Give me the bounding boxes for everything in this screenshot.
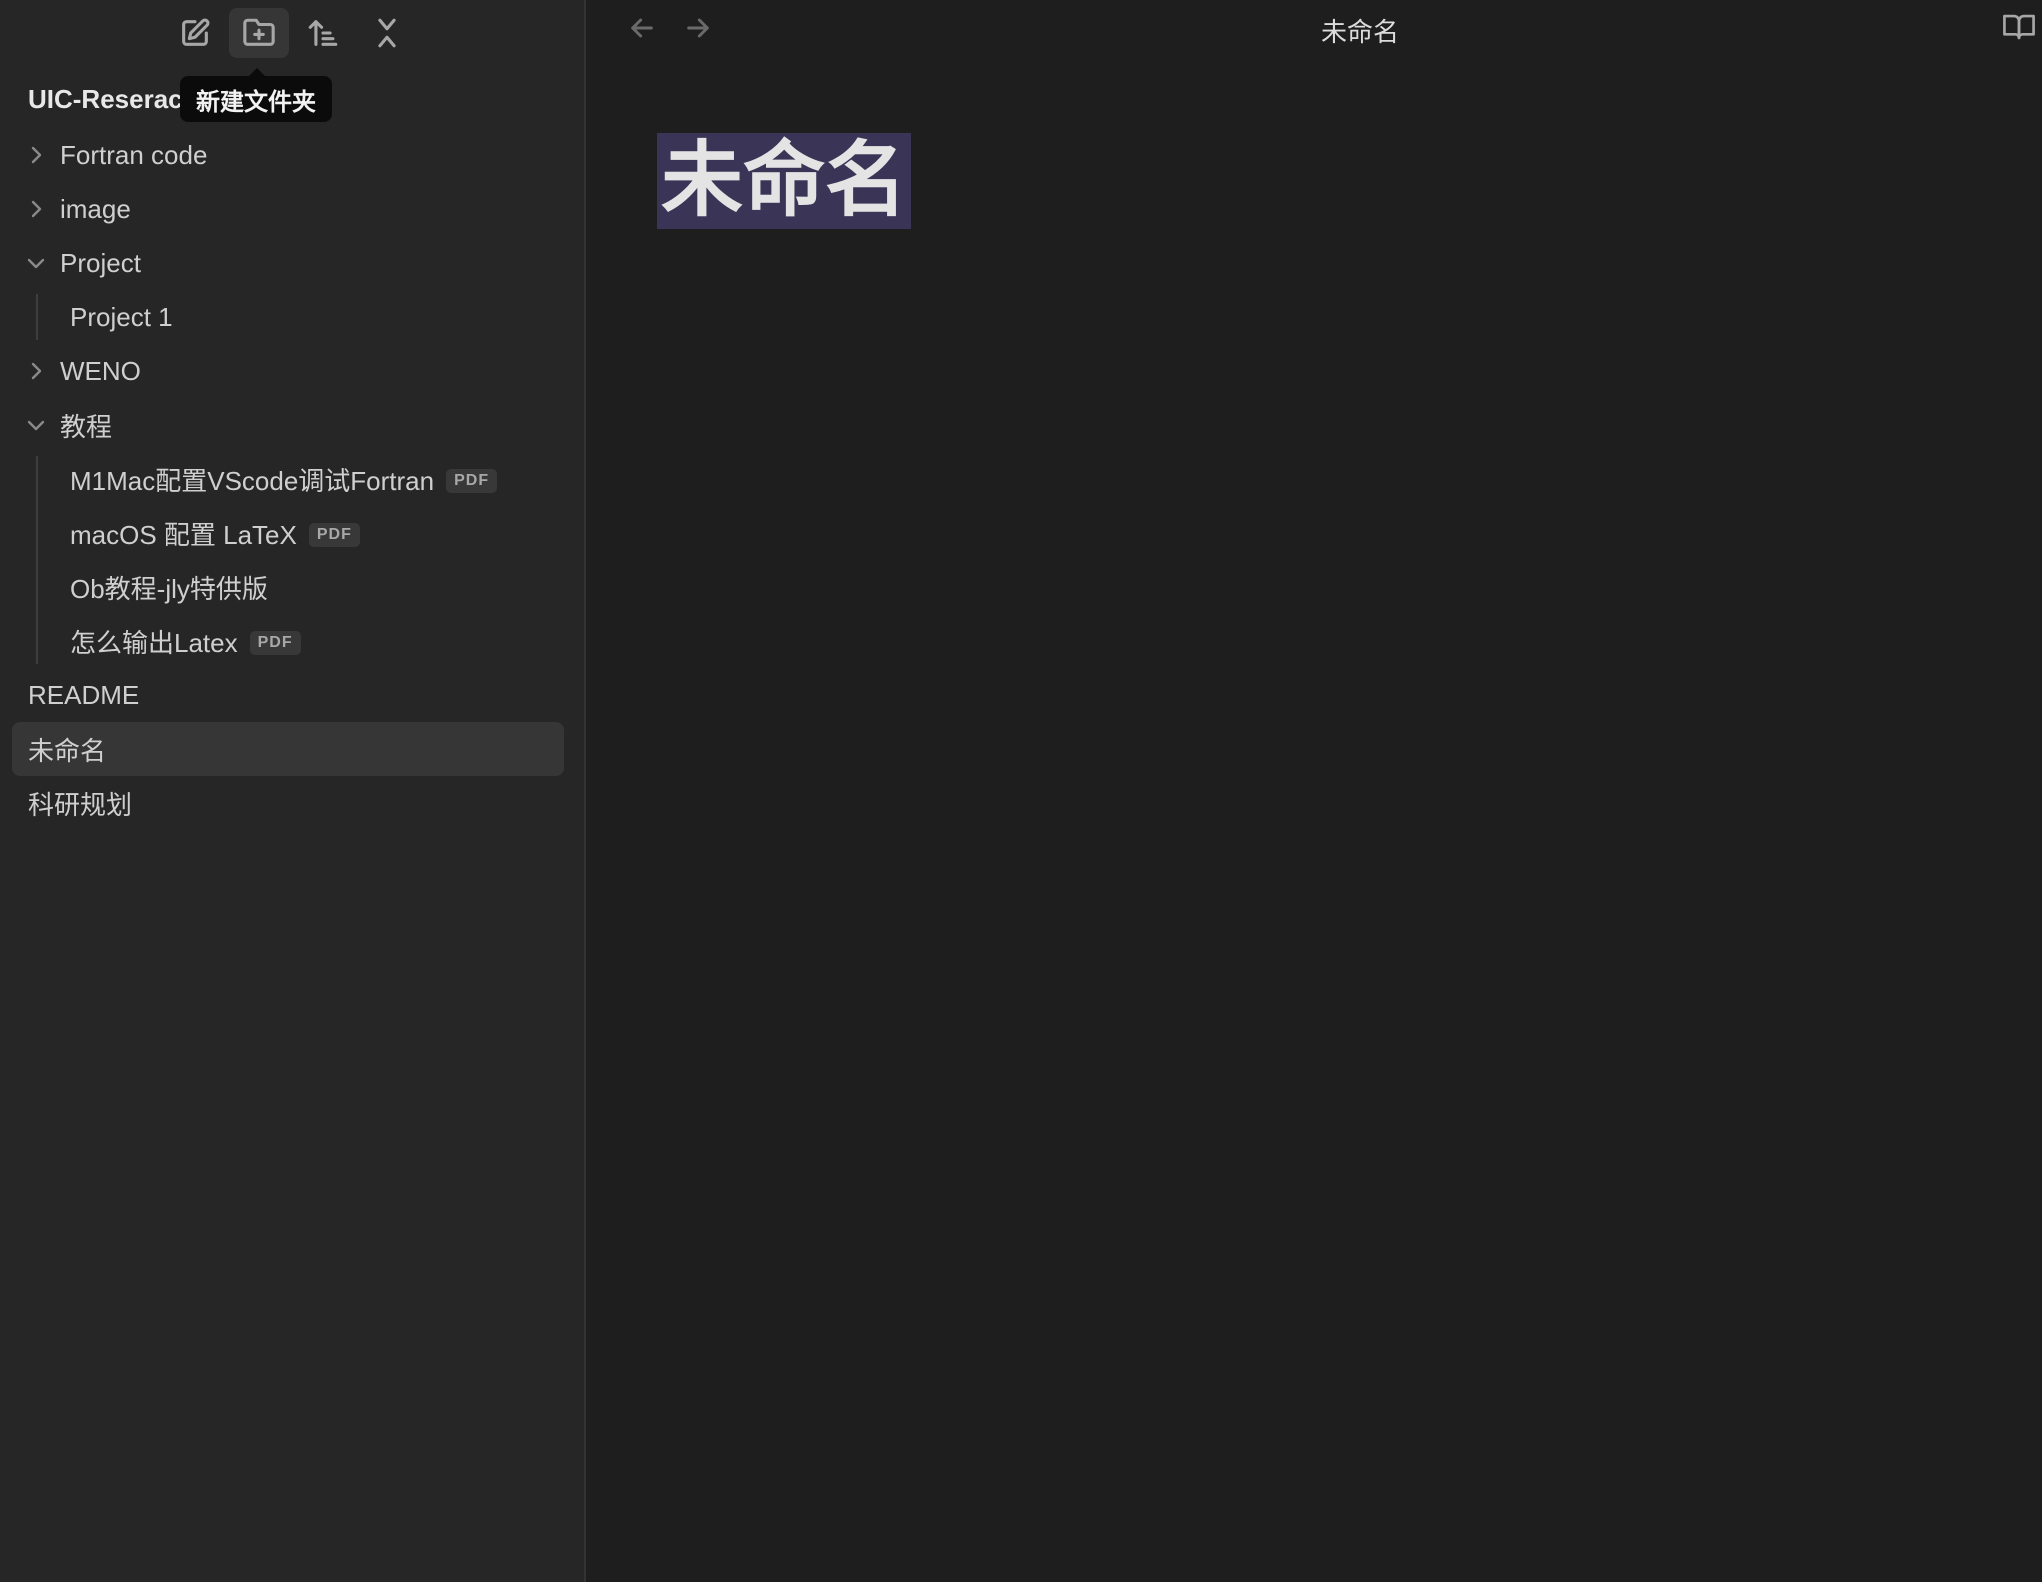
folder-tutorial-children: M1Mac配置VScode调试Fortran PDF macOS 配置 LaTeX… — [0, 452, 586, 668]
file-research-plan[interactable]: 科研规划 — [0, 776, 586, 830]
file-readme[interactable]: README — [0, 668, 586, 722]
reading-view-button[interactable] — [2002, 12, 2042, 46]
new-folder-button[interactable] — [229, 8, 289, 58]
folder-tutorial[interactable]: 教程 — [0, 398, 586, 452]
file-label: Ob教程-jly特供版 — [70, 573, 268, 604]
file-label: 未命名 — [28, 735, 107, 766]
chevron-right-icon — [24, 197, 48, 221]
folder-label: image — [60, 193, 131, 224]
file-output-latex[interactable]: 怎么输出Latex PDF — [0, 614, 586, 668]
folder-label: 教程 — [60, 411, 113, 442]
file-m1mac-vscode-fortran[interactable]: M1Mac配置VScode调试Fortran PDF — [0, 452, 586, 506]
folder-label: WENO — [60, 355, 141, 386]
chevron-down-icon — [24, 251, 48, 275]
file-project-1[interactable]: Project 1 — [0, 290, 586, 344]
collapse-icon — [378, 18, 396, 48]
new-note-button[interactable] — [165, 8, 225, 58]
file-untitled[interactable]: 未命名 — [12, 722, 564, 776]
folder-plus-icon — [243, 18, 275, 46]
file-label: 怎么输出Latex — [70, 627, 238, 658]
file-explorer-sidebar: 新建文件夹 UIC-Reserac Fortran code image Pro… — [0, 0, 586, 1582]
file-label-wrap: macOS 配置 LaTeX PDF — [70, 515, 360, 552]
explorer-toolbar — [165, 8, 417, 58]
file-label: Project 1 — [70, 301, 173, 332]
vault-name[interactable]: UIC-Reserac — [28, 84, 183, 115]
file-label: 科研规划 — [28, 789, 133, 820]
editor-pane: 未命名 未命名 — [588, 0, 2042, 1582]
folder-fortran-code[interactable]: Fortran code — [0, 128, 586, 182]
sort-icon — [308, 20, 338, 46]
folder-label: Fortran code — [60, 139, 208, 170]
file-macos-latex[interactable]: macOS 配置 LaTeX PDF — [0, 506, 586, 560]
folder-label: Project — [60, 247, 141, 278]
pdf-badge: PDF — [249, 630, 301, 655]
book-open-icon — [2003, 14, 2035, 40]
pdf-badge: PDF — [308, 522, 360, 547]
chevron-right-icon — [24, 143, 48, 167]
file-label-wrap: M1Mac配置VScode调试Fortran PDF — [70, 461, 498, 498]
chevron-right-icon — [24, 359, 48, 383]
folder-weno[interactable]: WENO — [0, 344, 586, 398]
new-folder-tooltip: 新建文件夹 — [180, 68, 332, 122]
file-tree: Fortran code image Project Project 1 WEN… — [0, 128, 586, 830]
view-header-title[interactable]: 未命名 — [588, 12, 2042, 49]
file-label: M1Mac配置VScode调试Fortran — [70, 465, 435, 496]
folder-project[interactable]: Project — [0, 236, 586, 290]
chevron-down-icon — [24, 413, 48, 437]
pdf-badge: PDF — [446, 468, 498, 493]
folder-image[interactable]: image — [0, 182, 586, 236]
file-label-wrap: 怎么输出Latex PDF — [70, 623, 301, 660]
file-label: macOS 配置 LaTeX — [70, 519, 297, 550]
file-ob-tutorial[interactable]: Ob教程-jly特供版 — [0, 560, 586, 614]
file-label: README — [28, 679, 140, 710]
edit-icon — [182, 18, 210, 46]
note-title[interactable]: 未命名 — [657, 133, 912, 229]
folder-project-children: Project 1 — [0, 290, 586, 344]
sort-order-button[interactable] — [293, 8, 353, 58]
collapse-all-button[interactable] — [357, 8, 417, 58]
